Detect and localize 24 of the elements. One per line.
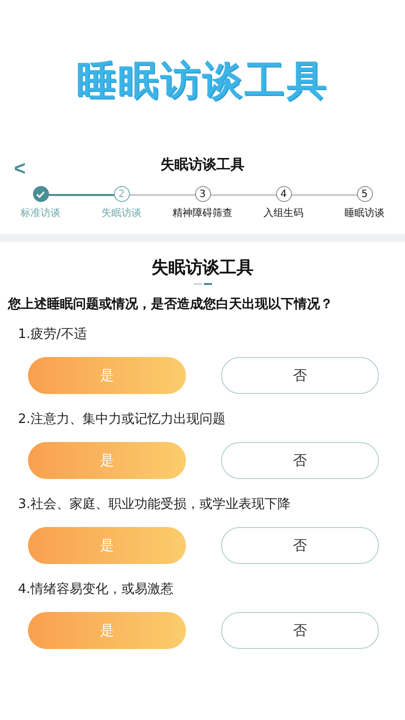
- step-indicator: 3: [194, 186, 210, 202]
- answer-button[interactable]: 否: [221, 357, 379, 394]
- step-indicator: 4: [276, 186, 292, 202]
- answer-button[interactable]: 否: [221, 527, 379, 564]
- app-title: 睡眠访谈工具: [76, 56, 328, 106]
- step-label: 精神障碍筛查: [172, 206, 232, 220]
- step-label: 睡眠访谈: [344, 206, 384, 220]
- item-label: 1.疲劳/不适: [17, 326, 88, 343]
- step-label: 标准访谈: [20, 206, 60, 220]
- step-indicator: 5: [356, 186, 372, 202]
- step-label: 入组生码: [264, 206, 304, 220]
- step-indicator: 2: [114, 186, 130, 202]
- item-label: 4.情绪容易变化，或易激惹: [17, 581, 174, 598]
- item-label: 3.社会、家庭、职业功能受损，或学业表现下降: [17, 496, 292, 513]
- answer-button[interactable]: 否: [221, 442, 379, 479]
- step-label: 失眠访谈: [102, 206, 142, 220]
- page-title: 失眠访谈工具: [160, 156, 244, 174]
- answer-button[interactable]: 否: [221, 612, 379, 649]
- card-title: 失眠访谈工具: [150, 257, 254, 279]
- check-icon: [36, 190, 45, 198]
- back-button[interactable]: <: [10, 158, 30, 181]
- item-label: 2.注意力、集中力或记忆力出现问题: [17, 411, 226, 428]
- question-text: 您上述睡眠问题或情况，是否造成您白天出现以下情况？: [6, 296, 334, 313]
- title-underline: [194, 283, 212, 285]
